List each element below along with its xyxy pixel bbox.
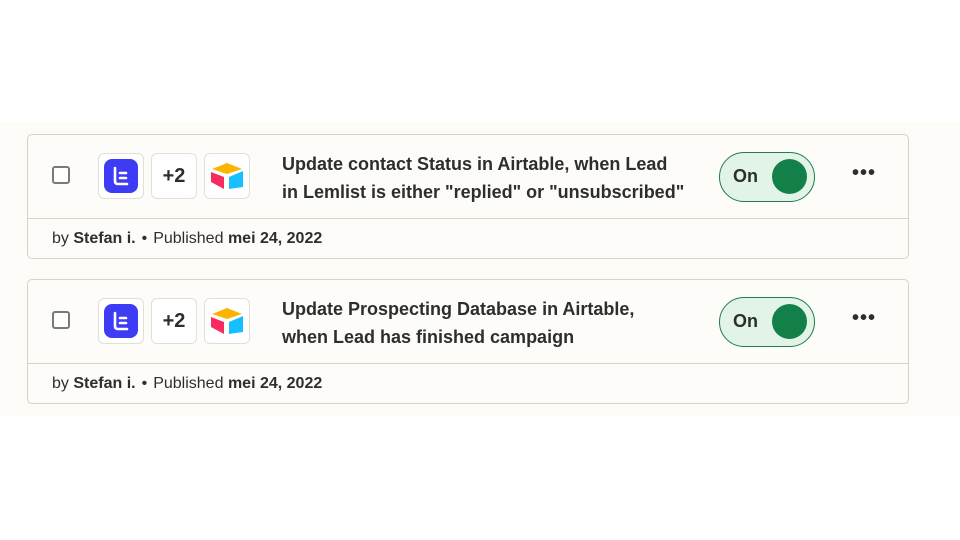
- zap-title[interactable]: Update contact Status in Airtable, when …: [282, 150, 712, 206]
- published-date: mei 24, 2022: [227, 230, 323, 247]
- toggle-knob: [772, 159, 807, 194]
- published-label: Published: [153, 375, 224, 392]
- separator-dot: •: [141, 230, 148, 247]
- select-checkbox[interactable]: [52, 311, 70, 329]
- toggle-knob: [772, 304, 807, 339]
- zap-card: +2 Update Prospecting Database in Airtab…: [27, 279, 909, 404]
- zap-title-line: Update contact Status in Airtable, when …: [282, 154, 668, 174]
- zap-title[interactable]: Update Prospecting Database in Airtable,…: [282, 295, 712, 351]
- by-label: by: [52, 230, 69, 247]
- published-date: mei 24, 2022: [227, 375, 323, 392]
- zap-card-header: +2 Update Prospecting Database in Airtab…: [28, 280, 908, 364]
- author-name: Stefan i.: [73, 230, 136, 247]
- toggle-label: On: [733, 311, 758, 331]
- separator-dot: •: [141, 375, 148, 392]
- more-options-icon[interactable]: •••: [850, 163, 878, 189]
- lemlist-app-tile: [98, 153, 144, 199]
- lemlist-app-tile: [98, 298, 144, 344]
- zap-title-line: when Lead has finished campaign: [282, 327, 575, 347]
- toggle-label: On: [733, 166, 758, 186]
- airtable-app-tile: [204, 298, 250, 344]
- airtable-icon: [211, 163, 243, 189]
- lemlist-icon: [104, 304, 138, 338]
- lemlist-icon: [104, 159, 138, 193]
- zap-title-line: in Lemlist is either "replied" or "unsub…: [282, 182, 685, 202]
- zap-meta: by Stefan i. • Published mei 24, 2022: [52, 230, 322, 248]
- zap-card: +2 Update contact Status in Airtable, wh…: [27, 134, 909, 259]
- more-apps-badge: +2: [151, 153, 197, 199]
- zap-status-toggle[interactable]: On: [719, 152, 815, 202]
- by-label: by: [52, 375, 69, 392]
- airtable-icon: [211, 308, 243, 334]
- zap-card-header: +2 Update contact Status in Airtable, wh…: [28, 135, 908, 219]
- zap-title-line: Update Prospecting Database in Airtable,: [282, 299, 635, 319]
- zap-meta: by Stefan i. • Published mei 24, 2022: [52, 375, 322, 393]
- published-label: Published: [153, 230, 224, 247]
- author-name: Stefan i.: [73, 375, 136, 392]
- more-options-icon[interactable]: •••: [850, 308, 878, 334]
- more-apps-badge: +2: [151, 298, 197, 344]
- airtable-app-tile: [204, 153, 250, 199]
- zap-status-toggle[interactable]: On: [719, 297, 815, 347]
- select-checkbox[interactable]: [52, 166, 70, 184]
